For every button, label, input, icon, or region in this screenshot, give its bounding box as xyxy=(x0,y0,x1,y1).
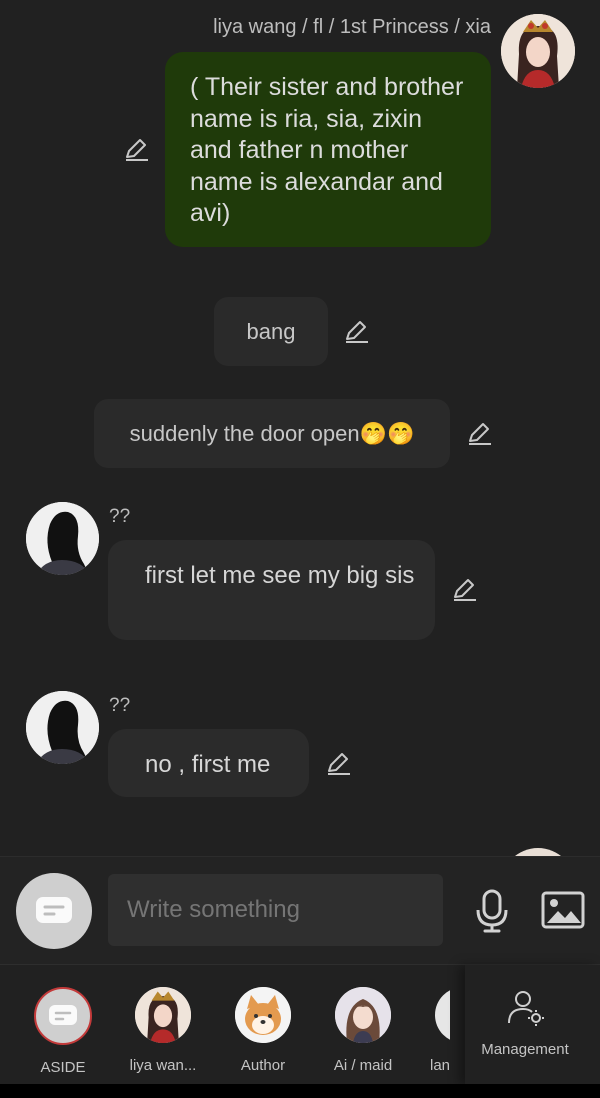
character-avatar xyxy=(435,987,450,1043)
character-aside[interactable]: ASIDE xyxy=(28,987,98,1076)
silhouette-avatar-icon xyxy=(26,691,99,764)
edit-pencil-icon[interactable] xyxy=(466,421,494,447)
message-input[interactable] xyxy=(108,874,443,946)
character-avatar[interactable] xyxy=(26,691,99,764)
character-label: ASIDE xyxy=(40,1059,86,1076)
character-author[interactable]: Author xyxy=(228,987,298,1074)
character-label: liya wan... xyxy=(129,1057,197,1074)
sender-name: ?? xyxy=(109,695,131,716)
edit-pencil-icon[interactable] xyxy=(451,577,479,603)
narration-bubble[interactable]: suddenly the door open🤭🤭 xyxy=(94,399,450,468)
character-liya[interactable]: liya wan... xyxy=(128,987,198,1074)
input-bar xyxy=(0,856,600,965)
edit-pencil-icon[interactable] xyxy=(123,137,151,163)
edit-pencil-icon[interactable] xyxy=(343,319,371,345)
maid-avatar-icon xyxy=(335,987,391,1043)
chat-bubble-icon xyxy=(36,897,72,923)
character-avatar[interactable] xyxy=(501,14,575,88)
management-label: Management xyxy=(481,1041,569,1058)
character-ai-maid[interactable]: Ai / maid xyxy=(328,987,398,1074)
aside-toggle-button[interactable] xyxy=(16,873,92,949)
management-button[interactable]: Management xyxy=(465,965,600,1085)
sender-name: ?? xyxy=(109,506,131,527)
chat-bubble-icon xyxy=(34,987,92,1045)
user-settings-icon xyxy=(507,990,545,1031)
edit-pencil-icon[interactable] xyxy=(325,751,353,777)
chat-area[interactable]: liya wang / fl / 1st Princess / xia ( Th… xyxy=(0,0,600,856)
character-avatar[interactable] xyxy=(501,848,575,856)
character-label: Author xyxy=(240,1057,286,1074)
system-navigation-bar xyxy=(0,1084,600,1098)
character-avatar[interactable] xyxy=(26,502,99,575)
character-label: Ai / maid xyxy=(333,1057,393,1074)
image-icon[interactable] xyxy=(541,891,585,934)
microphone-icon[interactable] xyxy=(474,888,510,939)
princess-avatar-icon xyxy=(135,987,191,1043)
character-label: lan xyxy=(430,1057,450,1074)
princess-avatar-icon xyxy=(501,14,575,88)
character-bar: ASIDE liya wan... Author Ai / maid lan M… xyxy=(0,964,600,1085)
shiba-dog-avatar-icon xyxy=(235,987,291,1043)
sender-name: liya wang / fl / 1st Princess / xia xyxy=(213,16,491,38)
message-bubble[interactable]: first let me see my big sis xyxy=(108,540,435,640)
message-bubble[interactable]: ( Their sister and brother name is ria, … xyxy=(165,52,491,247)
silhouette-avatar-icon xyxy=(26,502,99,575)
message-bubble[interactable]: no , first me xyxy=(108,729,309,797)
narration-bubble[interactable]: bang xyxy=(214,297,328,366)
character-lan[interactable]: lan xyxy=(420,987,450,1077)
